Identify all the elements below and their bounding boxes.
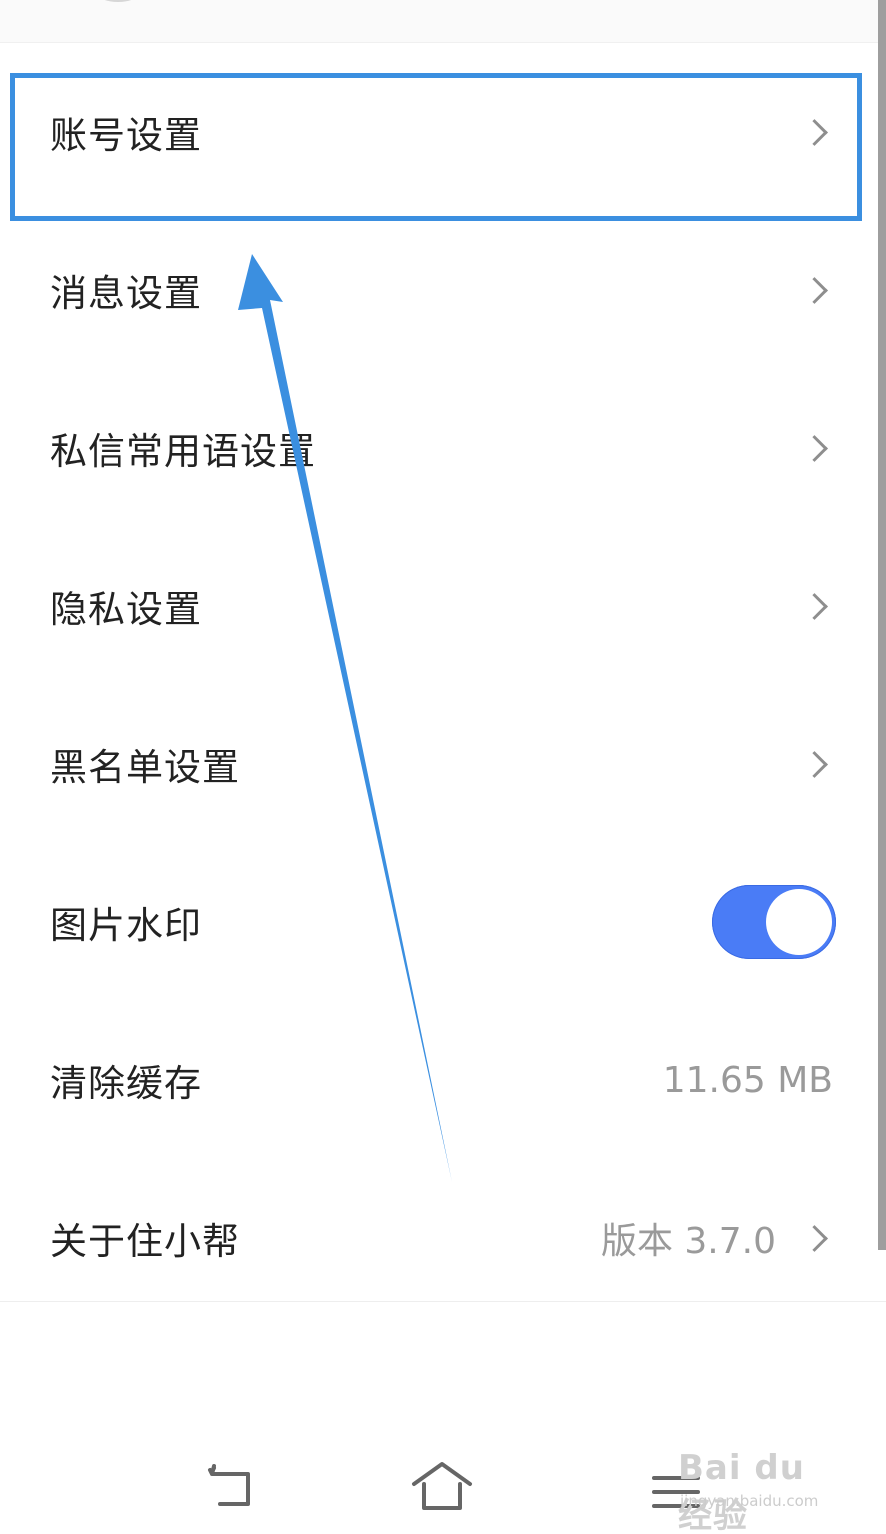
settings-item-blacklist[interactable]: 黑名单设置 — [0, 685, 878, 843]
settings-item-clear-cache[interactable]: 清除缓存 11.65 MB — [0, 1001, 878, 1159]
settings-item-label: 消息设置 — [50, 272, 202, 315]
cache-size-value: 11.65 MB — [662, 1059, 833, 1101]
header-strip — [0, 0, 886, 43]
home-icon — [412, 1462, 472, 1510]
settings-item-privacy[interactable]: 隐私设置 — [0, 527, 878, 685]
chevron-right-icon — [801, 592, 828, 620]
settings-item-label: 清除缓存 — [50, 1062, 202, 1105]
watermark: Bai du 经验 jingyan.baidu.com — [678, 1440, 848, 1534]
settings-screen: 账号设置 消息设置 私信常用语设置 隐私设置 黑名单设置 图片水印 清除缓存 1 — [0, 0, 886, 1534]
chevron-right-icon — [801, 1224, 828, 1252]
chevron-right-icon — [801, 750, 828, 778]
settings-item-label: 关于住小帮 — [50, 1220, 240, 1263]
settings-list: 账号设置 消息设置 私信常用语设置 隐私设置 黑名单设置 图片水印 清除缓存 1 — [0, 53, 878, 1317]
settings-item-message[interactable]: 消息设置 — [0, 211, 878, 369]
chevron-right-icon — [801, 434, 828, 462]
back-button[interactable] — [182, 1440, 262, 1520]
back-icon — [208, 1464, 250, 1506]
settings-item-quick-replies[interactable]: 私信常用语设置 — [0, 369, 878, 527]
watermark-url: jingyan.baidu.com — [680, 1492, 819, 1510]
divider — [0, 1301, 886, 1302]
scrollbar[interactable] — [878, 0, 886, 1250]
settings-item-label: 黑名单设置 — [50, 746, 240, 789]
settings-item-label: 隐私设置 — [50, 588, 202, 631]
settings-item-image-watermark: 图片水印 — [0, 843, 878, 1001]
home-button[interactable] — [402, 1440, 482, 1520]
settings-item-label: 私信常用语设置 — [50, 430, 316, 473]
avatar — [98, 0, 138, 2]
highlight-box — [10, 73, 862, 221]
toggle-knob — [766, 889, 832, 955]
settings-item-about[interactable]: 关于住小帮 版本 3.7.0 — [0, 1159, 878, 1317]
settings-item-label: 图片水印 — [50, 904, 202, 947]
watermark-brand: Bai du 经验 — [678, 1448, 805, 1534]
version-value: 版本 3.7.0 — [600, 1221, 776, 1262]
image-watermark-toggle[interactable] — [712, 885, 836, 959]
chevron-right-icon — [801, 276, 828, 304]
